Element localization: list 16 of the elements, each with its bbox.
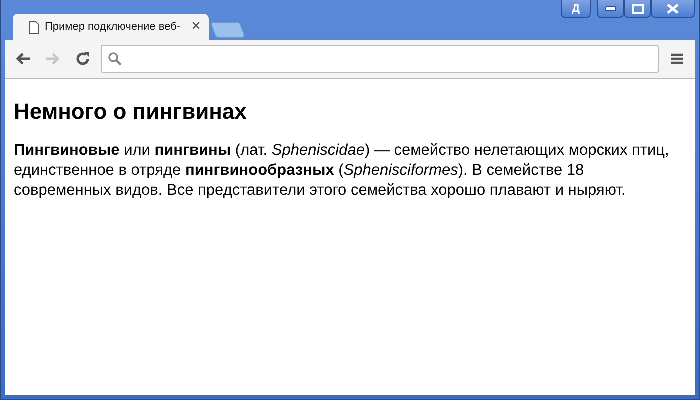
browser-tab[interactable]: Пример подключение веб- × (13, 14, 209, 40)
document-icon (29, 20, 39, 34)
reload-icon (75, 51, 91, 67)
minimize-button[interactable] (597, 0, 624, 18)
close-button[interactable] (651, 0, 695, 18)
search-icon (108, 52, 122, 66)
tab-title: Пример подключение веб- (45, 21, 182, 33)
close-icon (667, 4, 679, 14)
minimize-icon (604, 6, 616, 12)
maximize-button[interactable] (624, 0, 651, 18)
maximize-icon (632, 4, 644, 14)
arrow-right-icon (45, 52, 61, 66)
paragraph: Пингвиновые или пингвины (лат. Spheniscidae) — семейство нелетающих морских птиц, единственное в отряде пингвинообразных (Sphenisciformes). В семействе 18 современных видов. Все представители этого семейства хорошо плавают и ныряют. (14, 141, 670, 201)
arrow-left-icon (15, 52, 31, 66)
tab-close-button[interactable]: × (192, 19, 201, 35)
page-heading: Немного о пингвинах (14, 99, 248, 125)
